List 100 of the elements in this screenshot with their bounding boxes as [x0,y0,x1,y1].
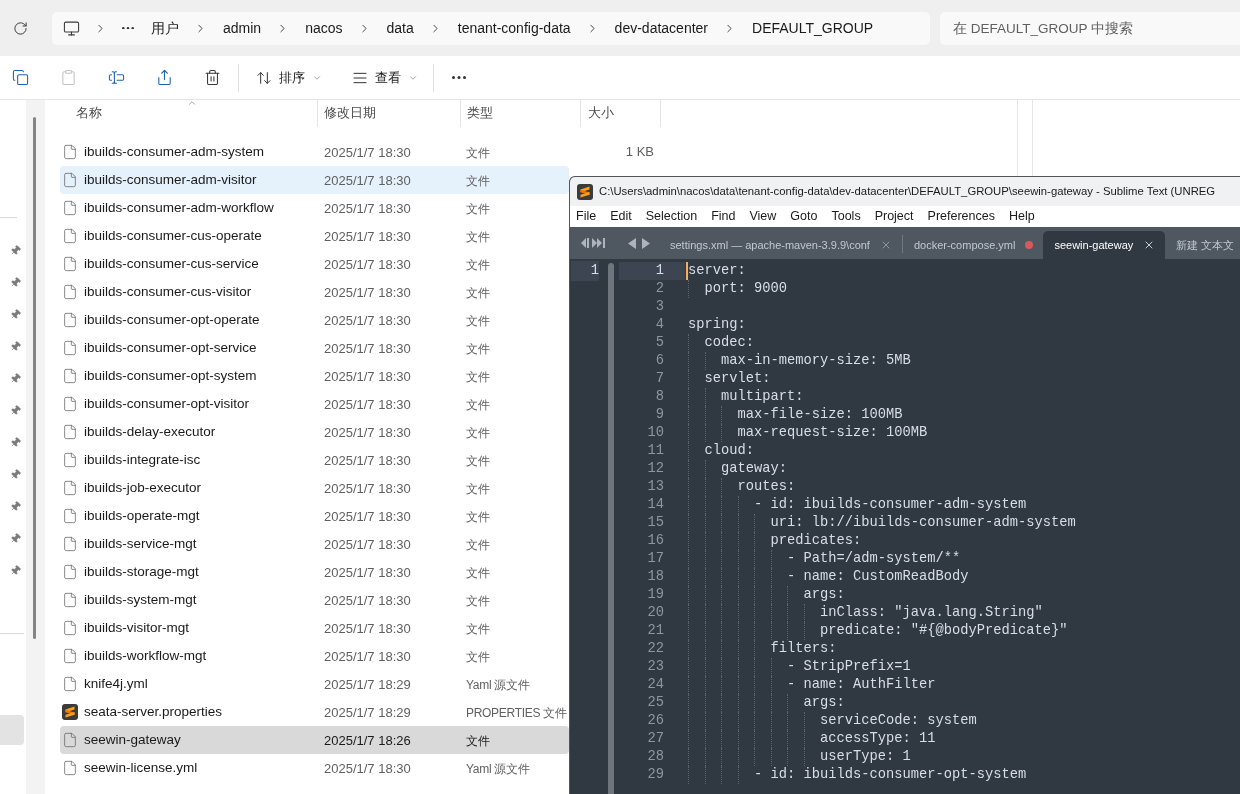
file-icon [62,172,78,188]
modified-date: 2025/1/7 18:30 [324,369,411,384]
code-line: max-request-size: 100MB [736,423,928,442]
file-type: 文件 [466,314,490,328]
file-type: PROPERTIES 文件 [466,706,567,720]
search-field[interactable]: 在 DEFAULT_GROUP 中搜索 [940,11,1240,45]
file-row[interactable]: seewin-license.yml 2025/1/7 18:30 Yaml 源文件 [60,754,569,782]
copy-icon [11,69,29,86]
view-menu-button[interactable]: 查看 [343,61,427,94]
file-name: ibuilds-consumer-adm-workflow [84,198,274,217]
line-number: 27 [646,730,665,748]
column-header[interactable]: 大小 [581,100,661,127]
file-name: ibuilds-operate-mgt [84,506,200,525]
menu-item[interactable]: Preferences [927,207,995,226]
column-header[interactable]: 类型 [461,100,581,127]
file-row[interactable]: ibuilds-system-mgt 2025/1/7 18:30 文件 [60,586,569,614]
breadcrumb[interactable]: dev-datacenter [614,17,708,39]
breadcrumb[interactable]: nacos [305,17,343,39]
modified-date: 2025/1/7 18:30 [324,145,411,160]
file-type: 文件 [466,370,490,384]
line-number: 20 [646,604,665,622]
file-row[interactable]: ibuilds-consumer-opt-service 2025/1/7 18:30 文件 [60,334,569,362]
file-type: 文件 [466,594,490,608]
next-tab-button[interactable] [642,235,650,251]
file-row[interactable]: ibuilds-storage-mgt 2025/1/7 18:30 文件 [60,558,569,586]
left-triangle-icon [628,237,636,249]
menu-item[interactable]: Tools [831,207,861,226]
breadcrumb[interactable]: DEFAULT_GROUP [752,17,874,39]
file-type: 文件 [466,202,490,216]
file-row[interactable]: ibuilds-consumer-adm-visitor 2025/1/7 18:30 文件 [60,166,569,194]
editor-tab[interactable]: seewin-gateway [1043,231,1166,259]
file-name: ibuilds-consumer-opt-operate [84,310,260,329]
code-line: server: [688,261,746,280]
file-icon [62,228,78,244]
code-line: accessType: 11 [819,729,936,748]
code-line: port: 9000 [703,279,788,298]
menu-item[interactable]: Selection [645,207,698,226]
column-header[interactable]: 名称 [60,100,318,127]
address-bar[interactable]: 用户 admin nacos data tenant-config-data dev-datacenter DEFAULT_GROUP [52,11,930,45]
line-number: 19 [646,586,665,604]
tab-list-button[interactable] [580,235,606,251]
file-row[interactable]: ibuilds-job-executor 2025/1/7 18:30 文件 [60,474,569,502]
file-row[interactable]: ibuilds-consumer-cus-visitor 2025/1/7 18:30 文件 [60,278,569,306]
code-line: - id: ibuilds-consumer-opt-system [753,765,1027,784]
file-row[interactable]: ibuilds-service-mgt 2025/1/7 18:30 文件 [60,530,569,558]
file-row[interactable]: seewin-gateway 2025/1/7 18:26 文件 [60,726,569,754]
code-line: servlet: [703,369,771,388]
file-row[interactable]: ibuilds-consumer-adm-workflow 2025/1/7 18:30 文件 [60,194,569,222]
code-line: routes: [736,477,796,496]
file-row[interactable]: ibuilds-operate-mgt 2025/1/7 18:30 文件 [60,502,569,530]
menu-item[interactable]: View [749,207,777,226]
menu-item[interactable]: File [576,207,597,226]
file-icon [62,536,78,552]
column-header[interactable]: 修改日期 [318,100,461,127]
code-line: multipart: [720,387,804,406]
editor-tab[interactable]: settings.xml — apache-maven-3.9.9\conf [659,231,902,259]
share-icon [155,69,173,86]
file-icon [62,620,78,636]
menu-item[interactable]: Find [711,207,736,226]
modified-date: 2025/1/7 18:30 [324,537,411,552]
file-row[interactable]: ibuilds-consumer-cus-operate 2025/1/7 18:30 文件 [60,222,569,250]
modified-date: 2025/1/7 18:30 [324,173,411,188]
file-row[interactable]: ibuilds-workflow-mgt 2025/1/7 18:30 文件 [60,642,569,670]
file-row[interactable]: ibuilds-integrate-isc 2025/1/7 18:30 文件 [60,446,569,474]
line-number: 16 [646,532,665,550]
line-number: 22 [646,640,665,658]
menu-item[interactable]: Edit [610,207,632,226]
file-row[interactable]: ibuilds-delay-executor 2025/1/7 18:30 文件 [60,418,569,446]
editor-tab[interactable]: docker-compose.yml [902,231,1044,259]
menu-item[interactable]: Project [874,207,914,226]
sort-menu-button[interactable]: 排序 [247,61,331,94]
menu-item[interactable]: Goto [790,207,818,226]
file-name: ibuilds-job-executor [84,478,202,497]
file-icon [62,424,78,440]
file-row[interactable]: ibuilds-consumer-adm-system 2025/1/7 18:30 文件 1 KB [60,138,661,166]
file-row[interactable]: ibuilds-visitor-mgt 2025/1/7 18:30 文件 [60,614,569,642]
editor-tab[interactable]: 新建 文本文 [1165,231,1240,259]
modified-date: 2025/1/7 18:30 [324,257,411,272]
more-icon [452,76,466,79]
breadcrumb[interactable]: tenant-config-data [457,17,571,39]
file-row[interactable]: ibuilds-consumer-opt-system 2025/1/7 18:30 文件 [60,362,569,390]
file-row[interactable]: seata-server.properties 2025/1/7 18:29 PROPERTIES 文件 [60,698,569,726]
file-type: Yaml 源文件 [466,678,530,692]
scrollbar[interactable] [33,117,36,639]
file-icon [62,592,78,608]
file-row[interactable]: ibuilds-consumer-opt-visitor 2025/1/7 18:30 文件 [60,390,569,418]
text-cursor-icon [107,69,125,86]
file-icon [62,340,78,356]
file-row[interactable]: ibuilds-consumer-cus-service 2025/1/7 18:30 文件 [60,250,569,278]
file-icon [62,508,78,524]
breadcrumb[interactable]: admin [223,17,262,39]
menu-item[interactable]: Help [1008,207,1035,226]
file-row[interactable]: knife4j.yml 2025/1/7 18:29 Yaml 源文件 [60,670,569,698]
file-row[interactable]: ibuilds-consumer-opt-operate 2025/1/7 18:30 文件 [60,306,569,334]
previous-tab-button[interactable] [628,235,636,251]
code-line: filters: [769,639,837,658]
line-number: 6 [654,352,665,370]
breadcrumb[interactable]: 用户 [151,17,179,39]
breadcrumb[interactable]: data [386,17,414,39]
scrollbar[interactable] [608,263,614,794]
